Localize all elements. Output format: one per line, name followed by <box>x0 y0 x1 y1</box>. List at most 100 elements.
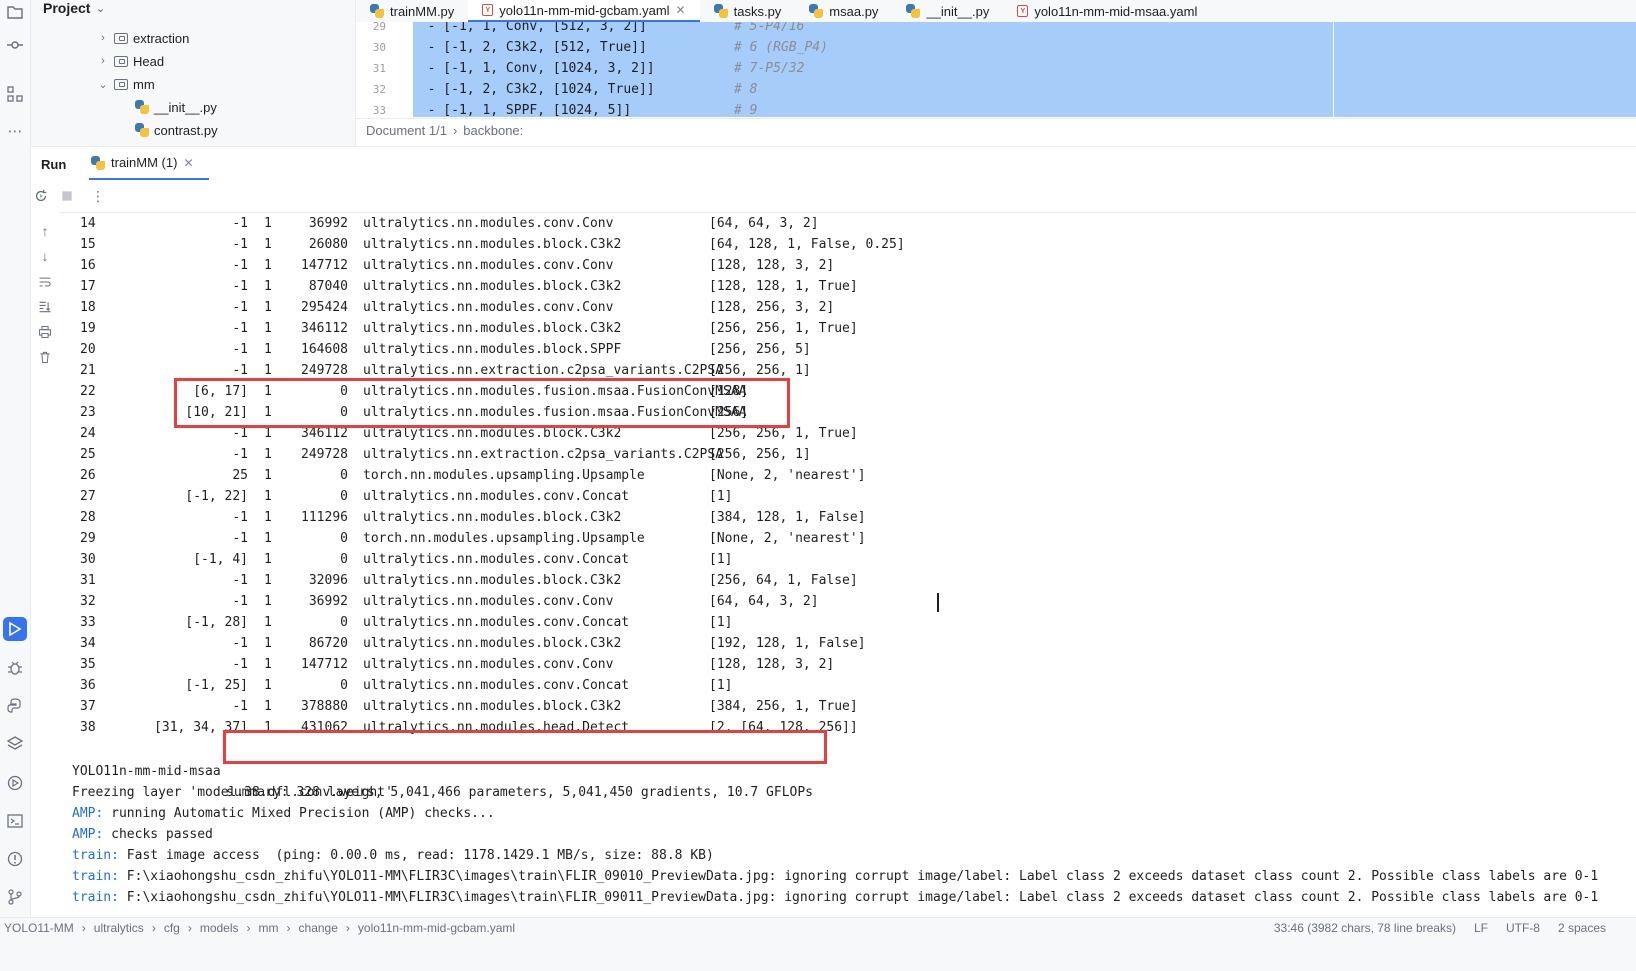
tree-item-mm[interactable]: ⌄ mm <box>97 73 155 95</box>
log-text: F:\xiaohongshu_csdn_zhifu\YOLO11-MM\FLIR… <box>118 869 1599 884</box>
tab-init-py[interactable]: __init__.py <box>892 0 1003 22</box>
breadcrumb-item[interactable]: backbone: <box>463 123 523 138</box>
python-file-icon <box>370 4 384 18</box>
tab-yolo11n-mm-mid-gcbam-yaml[interactable]: Y yolo11n-mm-mid-gcbam.yaml ✕ <box>468 0 700 22</box>
trash-icon[interactable] <box>36 348 54 366</box>
breadcrumb-item[interactable]: Document 1/1 <box>366 123 447 138</box>
row-args: [128, 128, 3, 2] <box>709 258 835 273</box>
row-args: [1] <box>709 678 733 693</box>
editor-breadcrumb: Document 1/1 › backbone: <box>356 118 1636 141</box>
row-from: [-1, 28] <box>185 615 248 630</box>
status-item[interactable]: 2 spaces <box>1558 921 1606 935</box>
debug-icon[interactable] <box>3 656 27 680</box>
folder-icon[interactable] <box>3 0 27 24</box>
table-row: 15 -1 1 26080 ultralytics.nn.modules.block.C… <box>60 234 1636 255</box>
code-line: 31 - [-1, 1, Conv, [1024, 3, 2]] # 7-P5/… <box>356 58 1636 79</box>
soft-wrap-icon[interactable] <box>36 273 54 291</box>
print-icon[interactable] <box>36 323 54 341</box>
chevron-right-icon[interactable]: › <box>97 55 109 67</box>
row-module: ultralytics.nn.modules.conv.Concat <box>363 489 630 504</box>
yaml-file-icon: Y <box>1017 5 1029 17</box>
layers-icon[interactable] <box>3 732 27 756</box>
arrow-up-icon[interactable]: ↑ <box>36 222 54 240</box>
row-params: 147712 <box>301 258 348 273</box>
arrow-down-icon[interactable]: ↓ <box>36 247 54 265</box>
status-crumb[interactable]: models <box>200 921 239 935</box>
console-output[interactable]: 14 -1 1 36992 ultralytics.nn.modules.conv.Co… <box>60 212 1636 917</box>
status-item[interactable]: LF <box>1474 921 1488 935</box>
close-icon[interactable]: ✕ <box>676 3 686 17</box>
tab-tasks-py[interactable]: tasks.py <box>700 0 796 22</box>
tab-msaa-py[interactable]: msaa.py <box>795 0 892 22</box>
row-index: 17 <box>80 279 96 294</box>
scroll-to-end-icon[interactable] <box>36 298 54 316</box>
run-tab-label: trainMM (1) <box>111 155 178 170</box>
row-module: ultralytics.nn.modules.block.SPPF <box>363 342 622 357</box>
row-args: [128, 128, 3, 2] <box>709 657 835 672</box>
row-module: ultralytics.nn.modules.block.C3k2 <box>363 279 622 294</box>
row-index: 38 <box>80 720 96 735</box>
row-count: 1 <box>264 657 272 672</box>
git-icon[interactable] <box>3 885 27 909</box>
row-index: 29 <box>80 531 96 546</box>
tree-item-head[interactable]: › Head <box>97 50 164 72</box>
row-module: ultralytics.nn.modules.conv.Conv <box>363 657 614 672</box>
python-console-icon[interactable] <box>3 694 27 718</box>
tree-item-label: __init__.py <box>154 99 217 115</box>
line-number: 29 <box>372 22 386 33</box>
run-icon[interactable] <box>3 617 27 641</box>
status-crumb[interactable]: YOLO11-MM <box>4 921 74 935</box>
tab-yolo11n-mm-mid-msaa-yaml[interactable]: Y yolo11n-mm-mid-msaa.yaml <box>1003 0 1211 22</box>
tree-item-label: mm <box>133 76 155 92</box>
chevron-right-icon: › <box>452 122 458 138</box>
tree-item-init-py[interactable]: __init__.py <box>135 96 217 118</box>
row-args: [64, 64, 3, 2] <box>709 594 819 609</box>
log-line: Freezing layer 'model.38.dfl.conv.weight… <box>60 782 1636 803</box>
services-icon[interactable] <box>3 771 27 795</box>
table-row: 20 -1 1 164608 ultralytics.nn.modules.block.… <box>60 339 1636 360</box>
more-vertical-icon[interactable]: ⋮ <box>89 187 107 205</box>
log-text-wrap: train: F:\xiaohongshu_csdn_zhifu\YOLO11-… <box>72 887 1598 908</box>
terminal-icon[interactable] <box>3 809 27 833</box>
row-module: ultralytics.nn.modules.block.C3k2 <box>363 699 622 714</box>
summary-model: YOLO11n-mm-mid-msaa <box>72 764 221 779</box>
tab-trainmm-py[interactable]: trainMM.py <box>356 0 468 22</box>
status-item[interactable]: UTF-8 <box>1506 921 1540 935</box>
tab-trainmm-run[interactable]: trainMM (1) ✕ <box>89 147 209 181</box>
problems-icon[interactable] <box>3 847 27 871</box>
status-crumb[interactable]: yolo11n-mm-mid-gcbam.yaml <box>358 921 515 935</box>
chevron-right-icon[interactable]: › <box>97 32 109 44</box>
run-side-toolbar: ↑ ↓ <box>31 212 59 917</box>
rerun-icon[interactable] <box>32 187 50 205</box>
code-area[interactable]: 29 - [-1, 1, Conv, [512, 3, 2]] # 5-P4/1… <box>356 22 1636 117</box>
row-count: 1 <box>264 447 272 462</box>
project-title[interactable]: Project ⌄ <box>43 0 106 16</box>
log-prefix: AMP: <box>72 806 104 821</box>
python-file-icon <box>91 155 105 170</box>
close-icon[interactable]: ✕ <box>183 156 193 170</box>
status-item[interactable]: 33:46 (3982 chars, 78 line breaks) <box>1274 921 1456 935</box>
table-row: 18 -1 1 295424 ultralytics.nn.modules.conv.C… <box>60 297 1636 318</box>
tree-item-extraction[interactable]: › extraction <box>97 27 189 49</box>
row-index: 24 <box>80 426 96 441</box>
stop-icon[interactable] <box>58 187 76 205</box>
tree-item-contrast-py[interactable]: contrast.py <box>135 119 218 141</box>
status-crumb[interactable]: cfg <box>164 921 180 935</box>
editor-pane: trainMM.py Y yolo11n-mm-mid-gcbam.yaml ✕… <box>355 0 1636 146</box>
status-crumb[interactable]: ultralytics <box>94 921 144 935</box>
row-module: ultralytics.nn.modules.block.C3k2 <box>363 510 622 525</box>
status-crumb[interactable]: change <box>299 921 338 935</box>
more-icon[interactable]: ⋯ <box>3 119 27 143</box>
table-row: 34 -1 1 86720 ultralytics.nn.modules.block.C… <box>60 633 1636 654</box>
commit-icon[interactable] <box>3 33 27 57</box>
row-args: [256, 256, 5] <box>709 342 811 357</box>
structure-icon[interactable] <box>3 82 27 106</box>
tab-label: trainMM.py <box>390 3 455 19</box>
chevron-down-icon[interactable]: ⌄ <box>97 78 109 91</box>
code-comment: # 5-P4/16 <box>734 22 805 34</box>
highlight-box-summary <box>223 730 827 764</box>
row-index: 37 <box>80 699 96 714</box>
status-crumb[interactable]: mm <box>259 921 279 935</box>
row-args: [64, 128, 1, False, 0.25] <box>709 237 905 252</box>
chevron-down-icon: ⌄ <box>95 2 106 15</box>
